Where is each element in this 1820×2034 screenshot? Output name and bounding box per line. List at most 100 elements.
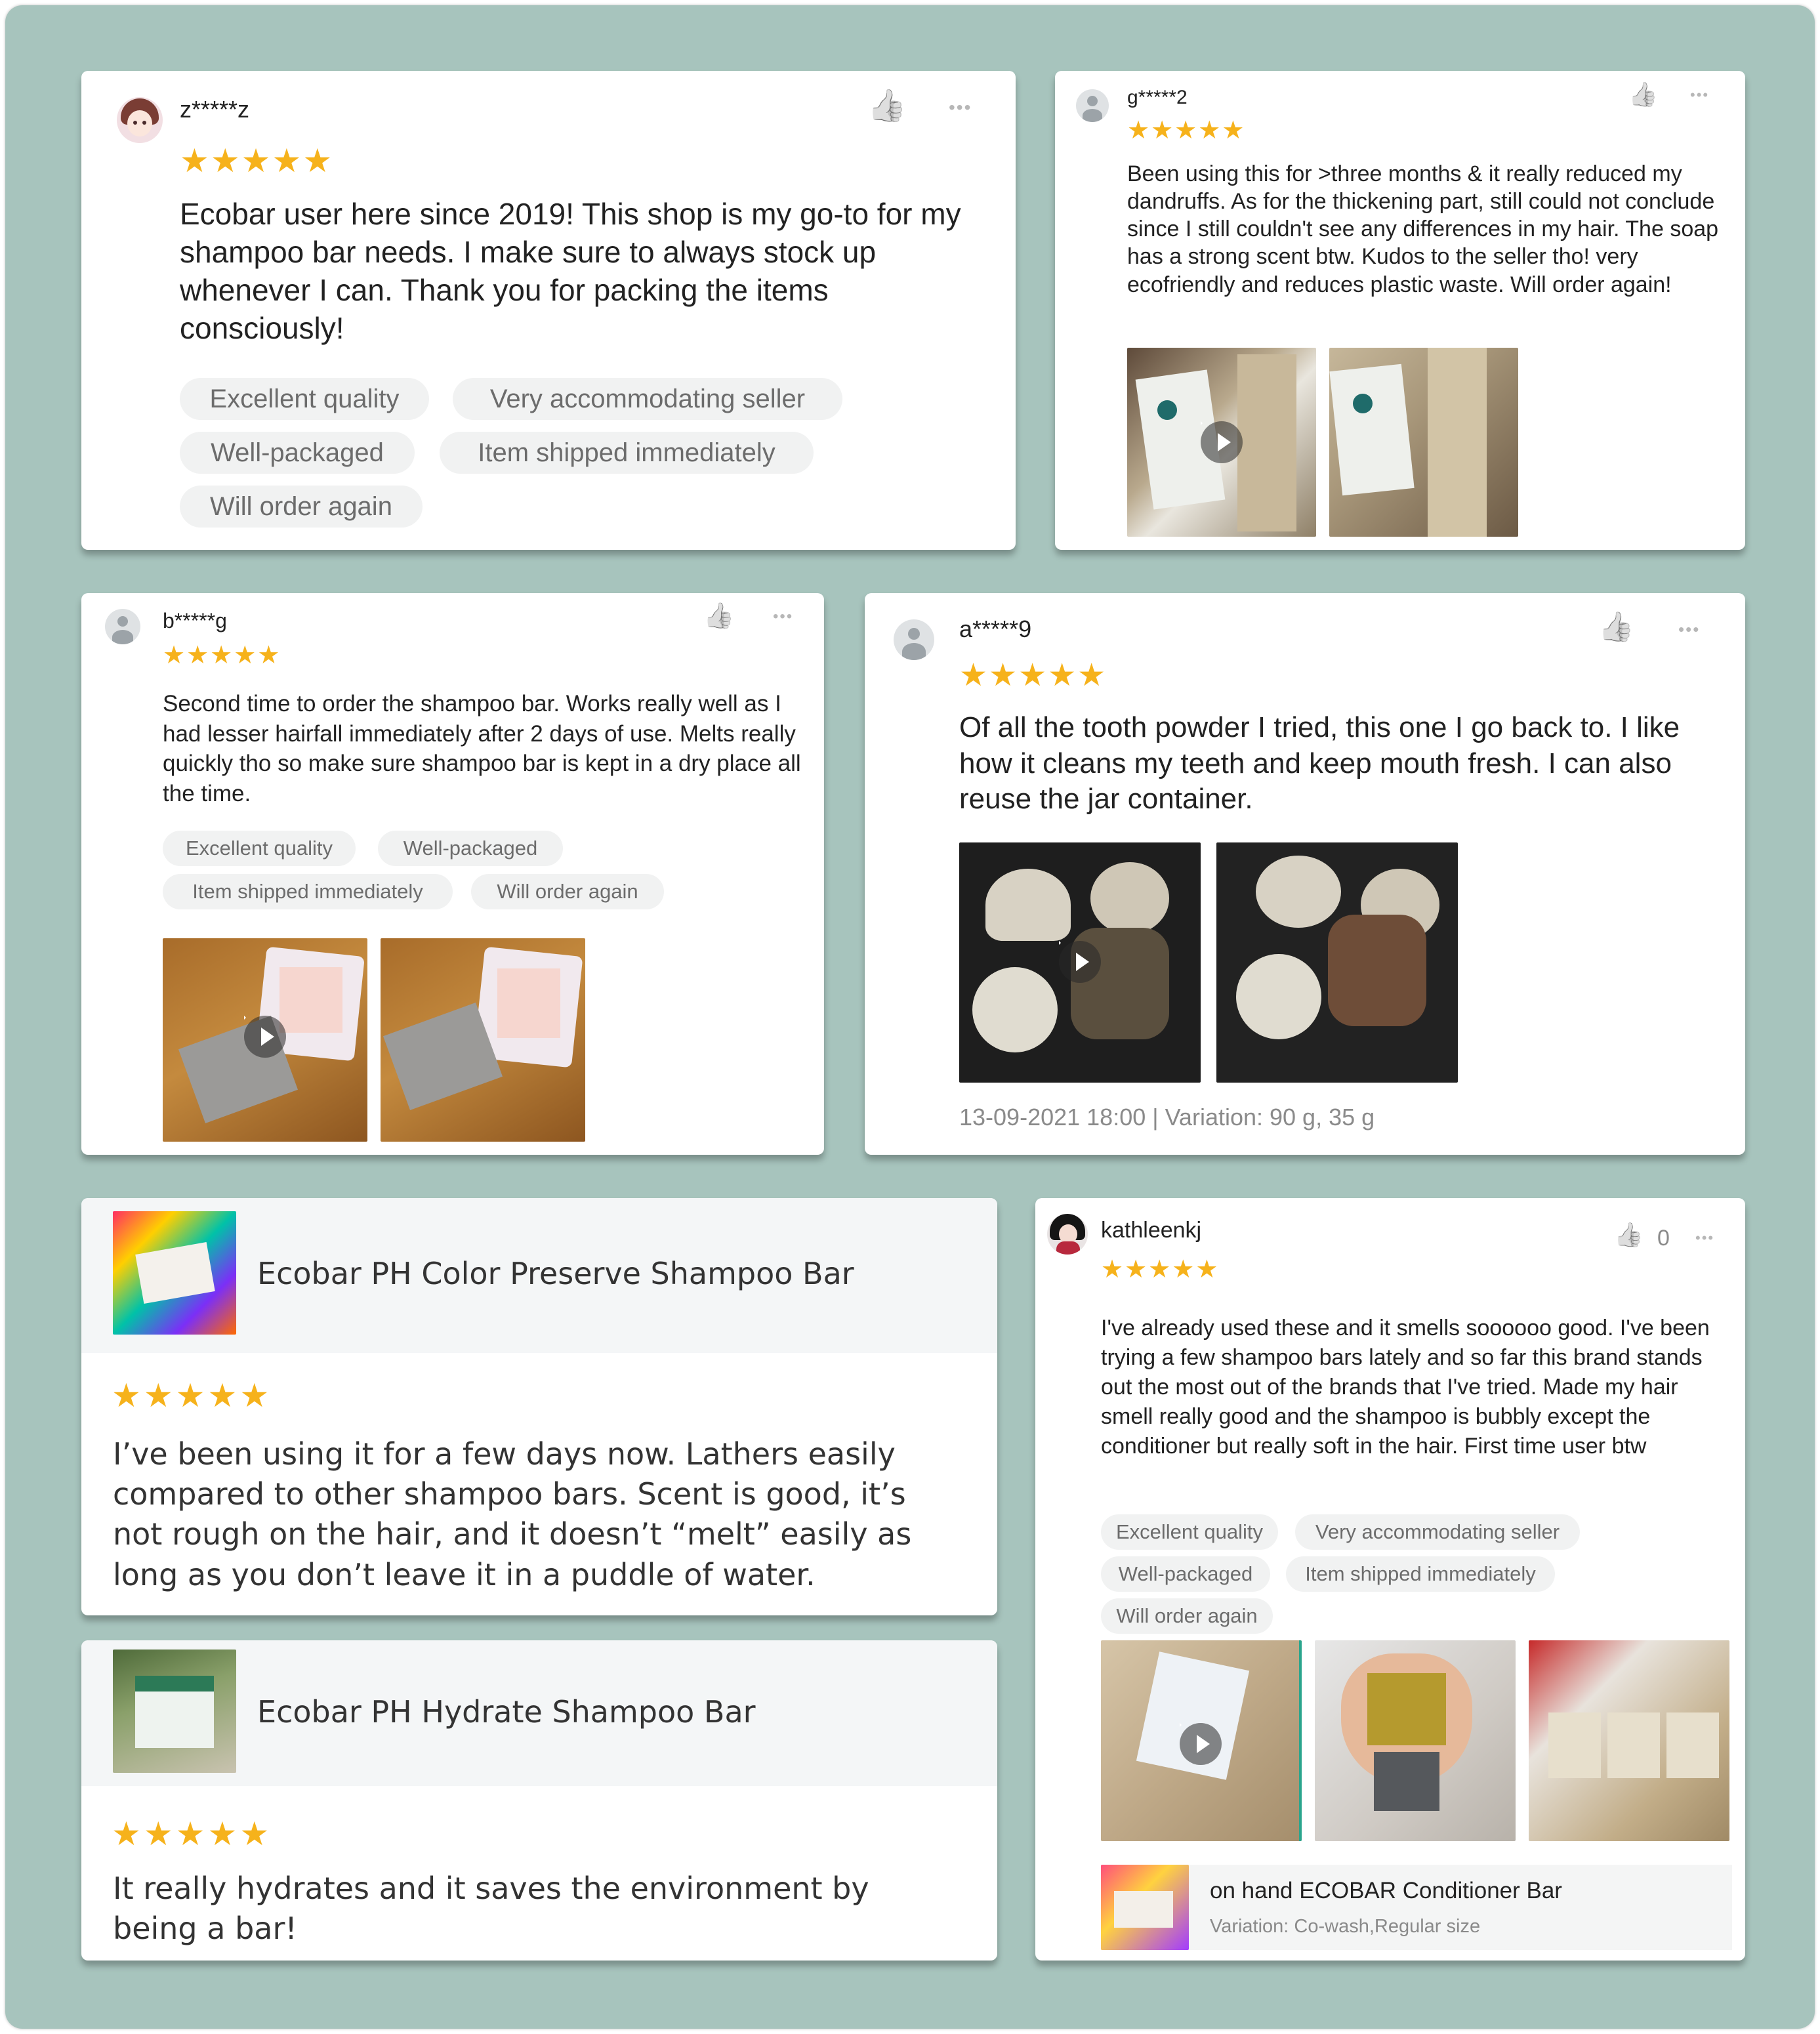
star-rating: ★ ★ ★ ★ ★ — [1127, 118, 1244, 143]
review-tag: Excellent quality — [180, 378, 429, 420]
star-icon: ★ — [959, 658, 988, 693]
review-tag: Very accommodating seller — [453, 378, 842, 420]
star-icon: ★ — [239, 1816, 270, 1852]
star-icon: ★ — [163, 642, 186, 669]
star-icon: ★ — [1077, 658, 1106, 693]
play-icon[interactable] — [1180, 1723, 1222, 1765]
play-triangle — [1196, 1734, 1210, 1753]
review-video-thumbnail[interactable] — [163, 938, 367, 1142]
star-icon: ★ — [143, 1377, 173, 1414]
review-photo[interactable] — [381, 938, 585, 1142]
collage-background: z*****z 👍 ••• ★ ★ ★ ★ ★ Ecobar user here… — [5, 5, 1815, 2029]
star-icon: ★ — [257, 642, 280, 669]
user-avatar-icon — [1076, 89, 1109, 122]
play-triangle — [1075, 952, 1089, 971]
star-icon: ★ — [175, 1816, 205, 1852]
play-icon[interactable] — [244, 1016, 286, 1058]
more-options-icon[interactable]: ••• — [773, 609, 793, 625]
purchased-product-bar[interactable]: on hand ECOBAR Conditioner Bar Variation… — [1101, 1865, 1732, 1950]
review-text: Ecobar user here since 2019! This shop i… — [180, 197, 961, 345]
review-text: I've already used these and it smells so… — [1101, 1316, 1710, 1459]
review-text: I’ve been using it for a few days now. L… — [113, 1436, 912, 1592]
star-icon: ★ — [207, 1816, 238, 1852]
thumbs-up-icon[interactable]: 👍 — [703, 604, 734, 629]
thumbs-up-icon[interactable]: 👍 — [1614, 1223, 1644, 1247]
star-icon: ★ — [302, 142, 333, 179]
review-timestamp-variation: 13-09-2021 18:00 | Variation: 90 g, 35 g — [959, 1104, 1375, 1131]
product-header[interactable]: Ecobar PH Hydrate Shampoo Bar — [81, 1640, 997, 1786]
star-icon: ★ — [1198, 117, 1221, 144]
product-title[interactable]: Ecobar PH Color Preserve Shampoo Bar — [257, 1256, 854, 1291]
review-tag: Excellent quality — [1101, 1514, 1278, 1550]
review-tag: Will order again — [180, 486, 423, 528]
thumbs-up-icon[interactable]: 👍 — [867, 91, 907, 122]
star-rating: ★ ★ ★ ★ ★ — [112, 1379, 269, 1412]
reviewer-name[interactable]: kathleenkj — [1101, 1218, 1201, 1243]
product-thumbnail[interactable] — [1101, 1865, 1189, 1950]
review-text: It really hydrates and it saves the envi… — [113, 1871, 869, 1947]
reviewer-name[interactable]: g*****2 — [1127, 87, 1188, 109]
review-card: z*****z 👍 ••• ★ ★ ★ ★ ★ Ecobar user here… — [81, 71, 1016, 550]
play-triangle — [1217, 432, 1231, 451]
play-icon[interactable] — [1201, 421, 1243, 463]
reviewer-name[interactable]: a*****9 — [959, 615, 1031, 643]
review-photo[interactable] — [1216, 842, 1458, 1083]
product-review-card: Ecobar PH Color Preserve Shampoo Bar ★ ★… — [81, 1198, 997, 1615]
play-icon[interactable] — [1059, 941, 1101, 983]
product-title[interactable]: Ecobar PH Hydrate Shampoo Bar — [257, 1694, 756, 1730]
product-thumbnail[interactable] — [113, 1211, 236, 1335]
star-icon: ★ — [210, 642, 233, 669]
review-video-thumbnail[interactable] — [1101, 1640, 1302, 1841]
star-icon: ★ — [1151, 117, 1174, 144]
product-header[interactable]: Ecobar PH Color Preserve Shampoo Bar — [81, 1198, 997, 1353]
review-video-thumbnail[interactable] — [1127, 348, 1316, 537]
review-photo[interactable] — [1329, 348, 1518, 537]
star-rating: ★ ★ ★ ★ ★ — [959, 660, 1106, 692]
user-avatar-icon — [105, 609, 140, 644]
star-icon: ★ — [175, 1377, 205, 1414]
review-card: g*****2 👍 ••• ★ ★ ★ ★ ★ Been using this … — [1055, 71, 1745, 550]
like-count: 0 — [1657, 1226, 1670, 1251]
star-icon: ★ — [112, 1816, 141, 1852]
star-icon: ★ — [1101, 1256, 1124, 1283]
star-rating: ★ ★ ★ ★ ★ — [112, 1817, 269, 1850]
product-variation: Variation: Co-wash,Regular size — [1210, 1916, 1481, 1937]
review-tag: Well-packaged — [1101, 1556, 1270, 1592]
reviewer-name[interactable]: b*****g — [163, 609, 227, 633]
star-icon: ★ — [1174, 117, 1197, 144]
star-icon: ★ — [1018, 658, 1047, 693]
review-tag: Will order again — [1101, 1598, 1273, 1634]
star-icon: ★ — [186, 642, 209, 669]
more-options-icon[interactable]: ••• — [1690, 88, 1709, 102]
star-rating: ★ ★ ★ ★ ★ — [1101, 1257, 1218, 1282]
review-card: kathleenkj 👍 0 ••• ★ ★ ★ ★ ★ I've alread… — [1035, 1198, 1745, 1961]
star-icon: ★ — [989, 658, 1018, 693]
review-photo[interactable] — [1529, 1640, 1729, 1841]
play-triangle — [260, 1027, 274, 1046]
star-icon: ★ — [143, 1816, 173, 1852]
review-photo[interactable] — [1315, 1640, 1516, 1841]
review-tag: Well-packaged — [378, 831, 563, 866]
more-options-icon[interactable]: ••• — [1695, 1231, 1714, 1245]
product-thumbnail[interactable] — [113, 1650, 236, 1773]
product-name[interactable]: on hand ECOBAR Conditioner Bar — [1210, 1878, 1562, 1904]
star-icon: ★ — [1125, 1256, 1148, 1283]
star-rating: ★ ★ ★ ★ ★ — [163, 643, 279, 668]
review-tag: Will order again — [471, 874, 664, 909]
review-tag: Very accommodating seller — [1295, 1514, 1580, 1550]
review-card: b*****g 👍 ••• ★ ★ ★ ★ ★ Second time to o… — [81, 593, 824, 1155]
star-icon: ★ — [1195, 1256, 1218, 1283]
review-card: a*****9 👍 ••• ★ ★ ★ ★ ★ Of all the tooth… — [865, 593, 1745, 1155]
review-video-thumbnail[interactable] — [959, 842, 1201, 1083]
more-options-icon[interactable]: ••• — [1678, 621, 1700, 638]
thumbs-up-icon[interactable]: 👍 — [1628, 83, 1658, 106]
review-text: Been using this for >three months & it r… — [1127, 161, 1719, 297]
star-icon: ★ — [272, 142, 302, 179]
star-icon: ★ — [1048, 658, 1077, 693]
star-icon: ★ — [112, 1377, 141, 1414]
avatar[interactable] — [1047, 1214, 1088, 1255]
more-options-icon[interactable]: ••• — [949, 98, 972, 117]
thumbs-up-icon[interactable]: 👍 — [1598, 613, 1634, 642]
star-icon: ★ — [180, 142, 209, 179]
reviewer-name[interactable]: z*****z — [180, 96, 249, 123]
